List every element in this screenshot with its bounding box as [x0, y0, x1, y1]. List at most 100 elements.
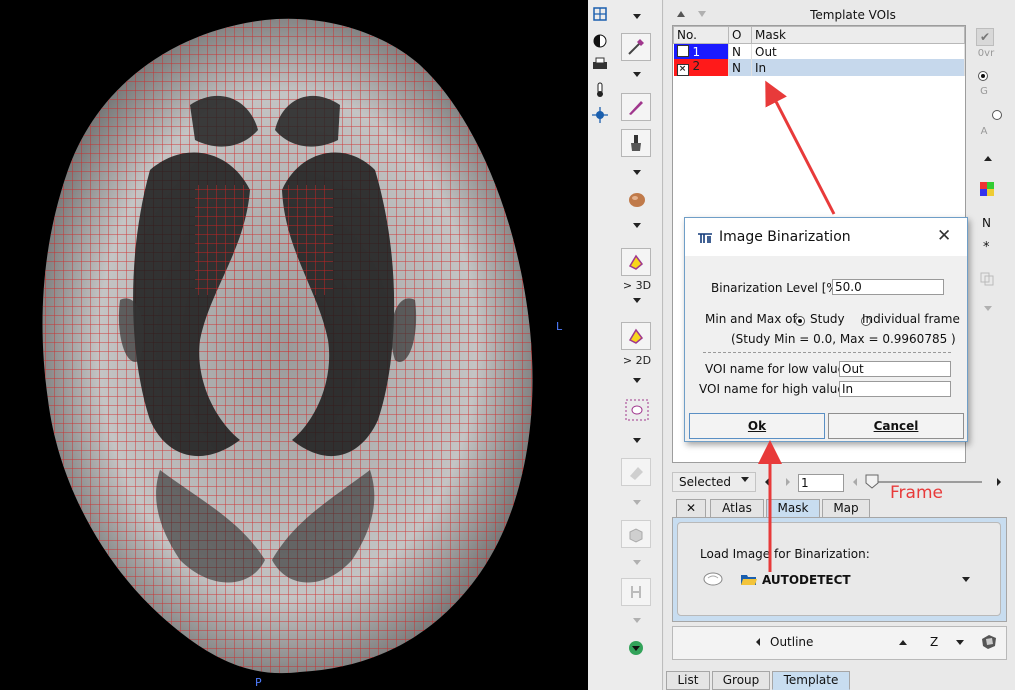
mask-inner [677, 522, 1001, 616]
tab-list[interactable]: List [666, 671, 710, 690]
column-header-mask[interactable]: Mask [751, 26, 965, 44]
thermometer-icon[interactable] [594, 82, 606, 98]
image-viewer[interactable]: L P [0, 0, 588, 690]
column-header-o[interactable]: O [728, 26, 752, 44]
expand-arrow-icon[interactable] [633, 500, 641, 505]
g-radio[interactable] [991, 110, 1002, 120]
voi-brush-button[interactable] [621, 129, 651, 157]
ok-label: Ok [747, 419, 767, 433]
collapse-down-icon[interactable] [697, 10, 707, 18]
down-arrow-icon[interactable] [955, 639, 965, 646]
collapse-up-icon[interactable] [676, 10, 686, 18]
clip-button[interactable] [621, 578, 651, 606]
high-values-label: VOI name for high values [699, 382, 851, 396]
contour-3d-icon [628, 254, 644, 270]
voi-3d-button[interactable] [621, 248, 651, 276]
selected-label: Selected [679, 475, 732, 489]
sphere-icon[interactable] [627, 192, 647, 208]
expand-arrow-icon[interactable] [633, 378, 641, 383]
expand-arrow-icon[interactable] [633, 170, 641, 175]
print-icon[interactable] [592, 57, 608, 71]
close-icon[interactable]: ✕ [937, 226, 951, 246]
prev-frame-icon[interactable] [764, 477, 770, 487]
box-button[interactable] [621, 520, 651, 548]
frame-slider-thumb[interactable] [864, 473, 880, 489]
voi-pen-button[interactable] [621, 93, 651, 121]
tab-atlas[interactable]: Atlas [710, 499, 764, 518]
selected-dropdown[interactable]: Selected [672, 472, 756, 492]
voi-wand-button[interactable] [621, 33, 651, 61]
outline-prev-icon[interactable] [755, 637, 761, 647]
table-row[interactable]: × 2 N In [673, 59, 965, 76]
chevron-down-icon[interactable] [962, 577, 970, 582]
next-frame-icon[interactable] [785, 477, 791, 487]
slider-left-icon[interactable] [852, 477, 858, 487]
voi-tool-strip: > 3D > 2D [612, 0, 663, 690]
3d-render-icon[interactable] [980, 634, 998, 650]
tab-group[interactable]: Group [712, 671, 770, 690]
autodetect-selector[interactable]: AUTODETECT [762, 573, 851, 587]
expand-arrow-icon[interactable] [633, 72, 641, 77]
column-header-no[interactable]: No. [673, 26, 729, 44]
brush-icon [631, 135, 641, 151]
slider-right-icon[interactable] [996, 477, 1002, 487]
voi-checkbox[interactable] [676, 44, 689, 57]
tab-mask[interactable]: Mask [766, 499, 820, 518]
low-values-label: VOI name for low values [705, 362, 852, 376]
tab-template[interactable]: Template [772, 671, 850, 690]
voi-color-cell[interactable]: × 2 [673, 59, 729, 76]
close-tab-button[interactable]: ✕ [676, 499, 706, 518]
eraser-button[interactable] [621, 458, 651, 486]
expand-arrow-icon[interactable] [984, 306, 992, 311]
check-icon[interactable]: ✔ [976, 28, 994, 46]
ok-button[interactable]: Ok [689, 413, 825, 439]
study-option-label[interactable]: Study [810, 312, 845, 326]
box-icon [629, 528, 643, 543]
tab-map[interactable]: Map [822, 499, 870, 518]
voi-checkbox-checked[interactable]: × [676, 64, 689, 76]
brain-outline-icon[interactable] [702, 571, 724, 587]
expand-arrow-icon[interactable] [633, 14, 641, 19]
expand-arrow-icon[interactable] [633, 618, 641, 623]
g-label: G [980, 86, 988, 97]
voi-color-cell[interactable]: 1 [673, 43, 729, 59]
crosshair-icon[interactable] [592, 107, 608, 123]
to-3d-label: > 3D [622, 279, 652, 292]
pen-icon [629, 101, 643, 115]
voi-2d-button[interactable] [621, 322, 651, 350]
up-arrow-icon[interactable] [898, 639, 908, 646]
minmax-label: Min and Max of: [705, 312, 801, 326]
contrast-icon[interactable] [593, 34, 607, 48]
voi-o: N [728, 43, 752, 59]
low-values-input[interactable]: Out [839, 361, 951, 377]
brain-image [42, 18, 533, 674]
frame-number-input[interactable]: 1 [798, 474, 844, 492]
z-label: Z [930, 635, 939, 649]
ovr-radio[interactable] [978, 71, 988, 81]
study-radio[interactable] [795, 316, 805, 326]
mask-panel [672, 517, 1007, 622]
expand-arrow-icon[interactable] [633, 560, 641, 565]
outline-label[interactable]: Outline [770, 635, 813, 649]
expand-arrow-icon[interactable] [633, 438, 641, 443]
binarization-level-input[interactable]: 50.0 [832, 279, 944, 295]
layout-icon[interactable] [593, 7, 607, 21]
voi-number: 2 [692, 59, 701, 73]
to-2d-label: > 2D [622, 354, 652, 367]
expand-arrow-icon[interactable] [633, 223, 641, 228]
cancel-label: Cancel [873, 419, 919, 433]
color-palette-icon[interactable] [980, 182, 994, 196]
table-row[interactable]: 1 N Out [673, 43, 965, 59]
cancel-button[interactable]: Cancel [828, 413, 964, 439]
voi-select-icon[interactable] [624, 398, 650, 422]
high-values-input[interactable]: In [839, 381, 951, 397]
up-arrow-icon[interactable] [984, 156, 992, 161]
expand-arrow-icon[interactable] [633, 298, 641, 303]
copy-icon[interactable] [980, 272, 994, 286]
n-button[interactable]: N [982, 216, 991, 230]
folder-open-icon[interactable] [740, 572, 758, 586]
star-button[interactable]: * [983, 240, 990, 255]
down-circle-icon[interactable] [628, 640, 644, 656]
divider [703, 352, 951, 353]
frame-option-label[interactable]: Individual frame [862, 312, 960, 326]
